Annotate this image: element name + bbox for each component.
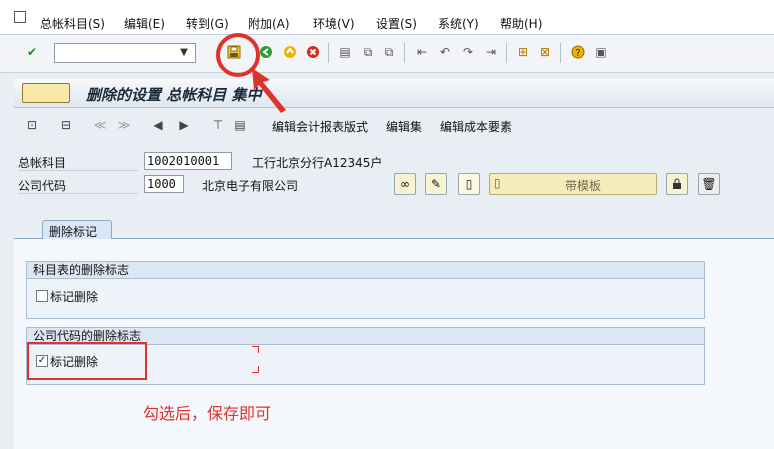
window-menu-icon[interactable] — [14, 11, 26, 23]
last-page-icon[interactable]: ⇥ — [483, 44, 499, 60]
menu-edit[interactable]: 编辑(E) — [124, 15, 165, 32]
menu-help[interactable]: 帮助(H) — [500, 15, 542, 32]
company-code-label: 公司代码 — [18, 179, 67, 193]
prev-arrow-icon[interactable]: ◀ — [150, 117, 166, 133]
next-page-icon[interactable]: ↷ — [460, 44, 476, 60]
trash-icon[interactable]: 🗑 — [698, 173, 720, 195]
next-arrow-icon[interactable]: ▶ — [176, 117, 192, 133]
menu-settings[interactable]: 设置(S) — [376, 15, 417, 32]
annotation-arrow-icon — [252, 68, 286, 113]
gl-account-label: 总帐科目 — [18, 156, 67, 170]
menu-goto[interactable]: 转到(G) — [186, 15, 229, 32]
help-icon[interactable]: ? — [570, 44, 586, 60]
enter-icon[interactable]: ✔ — [24, 44, 40, 60]
tab-label: 删除标记 — [49, 225, 98, 239]
menu-gl-account[interactable]: 总帐科目(S) — [40, 15, 105, 32]
annotation-note: 勾选后，保存即可 — [143, 404, 272, 423]
menu-environment[interactable]: 环境(V) — [313, 15, 355, 32]
svg-text:?: ? — [575, 48, 580, 59]
command-field[interactable] — [54, 43, 196, 63]
toolbar-separator — [560, 43, 561, 63]
exit-icon[interactable] — [282, 44, 298, 60]
page-title: 删除的设置 总帐科目 集中 — [86, 86, 262, 104]
find-icon[interactable]: ⧉ — [360, 44, 376, 60]
menu-system[interactable]: 系统(Y) — [438, 15, 479, 32]
tab-deletion-flags[interactable]: 删除标记 — [42, 220, 112, 239]
toolbar-separator — [404, 43, 405, 63]
chart-delete-checkbox[interactable] — [36, 290, 48, 302]
shortcut-icon[interactable]: ⊠ — [537, 44, 553, 60]
corner-marker — [252, 366, 259, 373]
edit-report-layout-button[interactable]: 编辑会计报表版式 — [272, 118, 368, 135]
new-document-icon[interactable]: ▯ — [458, 173, 480, 195]
menu-bar: 总帐科目(S) 编辑(E) 转到(G) 附加(A) 环境(V) 设置(S) 系统… — [0, 0, 774, 35]
where-used-icon[interactable]: ⊤ — [210, 117, 226, 133]
company-code-value: 1000 — [147, 177, 176, 191]
first-page-icon[interactable]: ⇤ — [414, 44, 430, 60]
chart-of-accounts-title: 科目表的删除标志 — [27, 262, 704, 279]
toolbar-separator — [506, 43, 507, 63]
other-account-icon[interactable]: ⊡ — [24, 117, 40, 133]
gl-account-field[interactable]: 1002010001 — [144, 152, 232, 170]
back-icon[interactable] — [258, 44, 274, 60]
menu-extras[interactable]: 附加(A) — [248, 15, 290, 32]
chart-of-accounts-group: 科目表的删除标志 标记删除 — [26, 261, 705, 319]
layout-icon[interactable]: ▣ — [593, 44, 609, 60]
gl-account-description: 工行北京分行A12345户 — [252, 156, 383, 170]
chevron-down-icon[interactable]: ▼ — [176, 44, 192, 60]
document-icon[interactable]: ▤ — [232, 117, 248, 133]
cancel-icon[interactable] — [305, 44, 321, 60]
with-template-label: 带模板 — [565, 179, 602, 193]
corner-marker — [252, 346, 259, 353]
prev-page-icon[interactable]: ↶ — [437, 44, 453, 60]
standard-toolbar: ✔ ▼ ▤ ⧉ ⧉ ⇤ ↶ ↷ ⇥ ⊞ ⊠ ? ▣ — [0, 35, 774, 73]
lock-icon[interactable] — [666, 173, 688, 195]
checkbox-highlight-box — [27, 342, 147, 380]
print-icon[interactable]: ▤ — [337, 44, 353, 60]
glasses-icon[interactable]: ∞ — [394, 173, 416, 195]
prev-object-icon[interactable]: ≪ — [92, 117, 108, 133]
edit-cost-element-button[interactable]: 编辑成本要素 — [440, 118, 512, 135]
pencil-icon[interactable]: ✎ — [425, 173, 447, 195]
company-code-description: 北京电子有限公司 — [202, 179, 299, 193]
next-object-icon[interactable]: ≫ — [116, 117, 132, 133]
toolbar-separator — [328, 43, 329, 63]
find-next-icon[interactable]: ⧉ — [381, 44, 397, 60]
application-toolbar: ⊡ ⊟ ≪ ≫ ◀ ▶ ⊤ ▤ 编辑会计报表版式 编辑集 编辑成本要素 — [14, 113, 774, 139]
gl-account-value: 1002010001 — [147, 154, 220, 168]
template-icon: ▯ — [494, 176, 501, 190]
with-template-button[interactable]: ▯ 带模板 — [489, 173, 657, 195]
row-divider — [18, 193, 138, 194]
create-session-icon[interactable]: ⊞ — [515, 44, 531, 60]
change-display-icon[interactable]: ⊟ — [58, 117, 74, 133]
edit-set-button[interactable]: 编辑集 — [386, 118, 422, 135]
program-menu-button[interactable] — [22, 83, 70, 103]
row-divider — [18, 170, 138, 171]
company-code-field[interactable]: 1000 — [144, 175, 184, 193]
screen-title-bar: 删除的设置 总帐科目 集中 — [14, 79, 774, 108]
chart-delete-label: 标记删除 — [50, 290, 99, 304]
